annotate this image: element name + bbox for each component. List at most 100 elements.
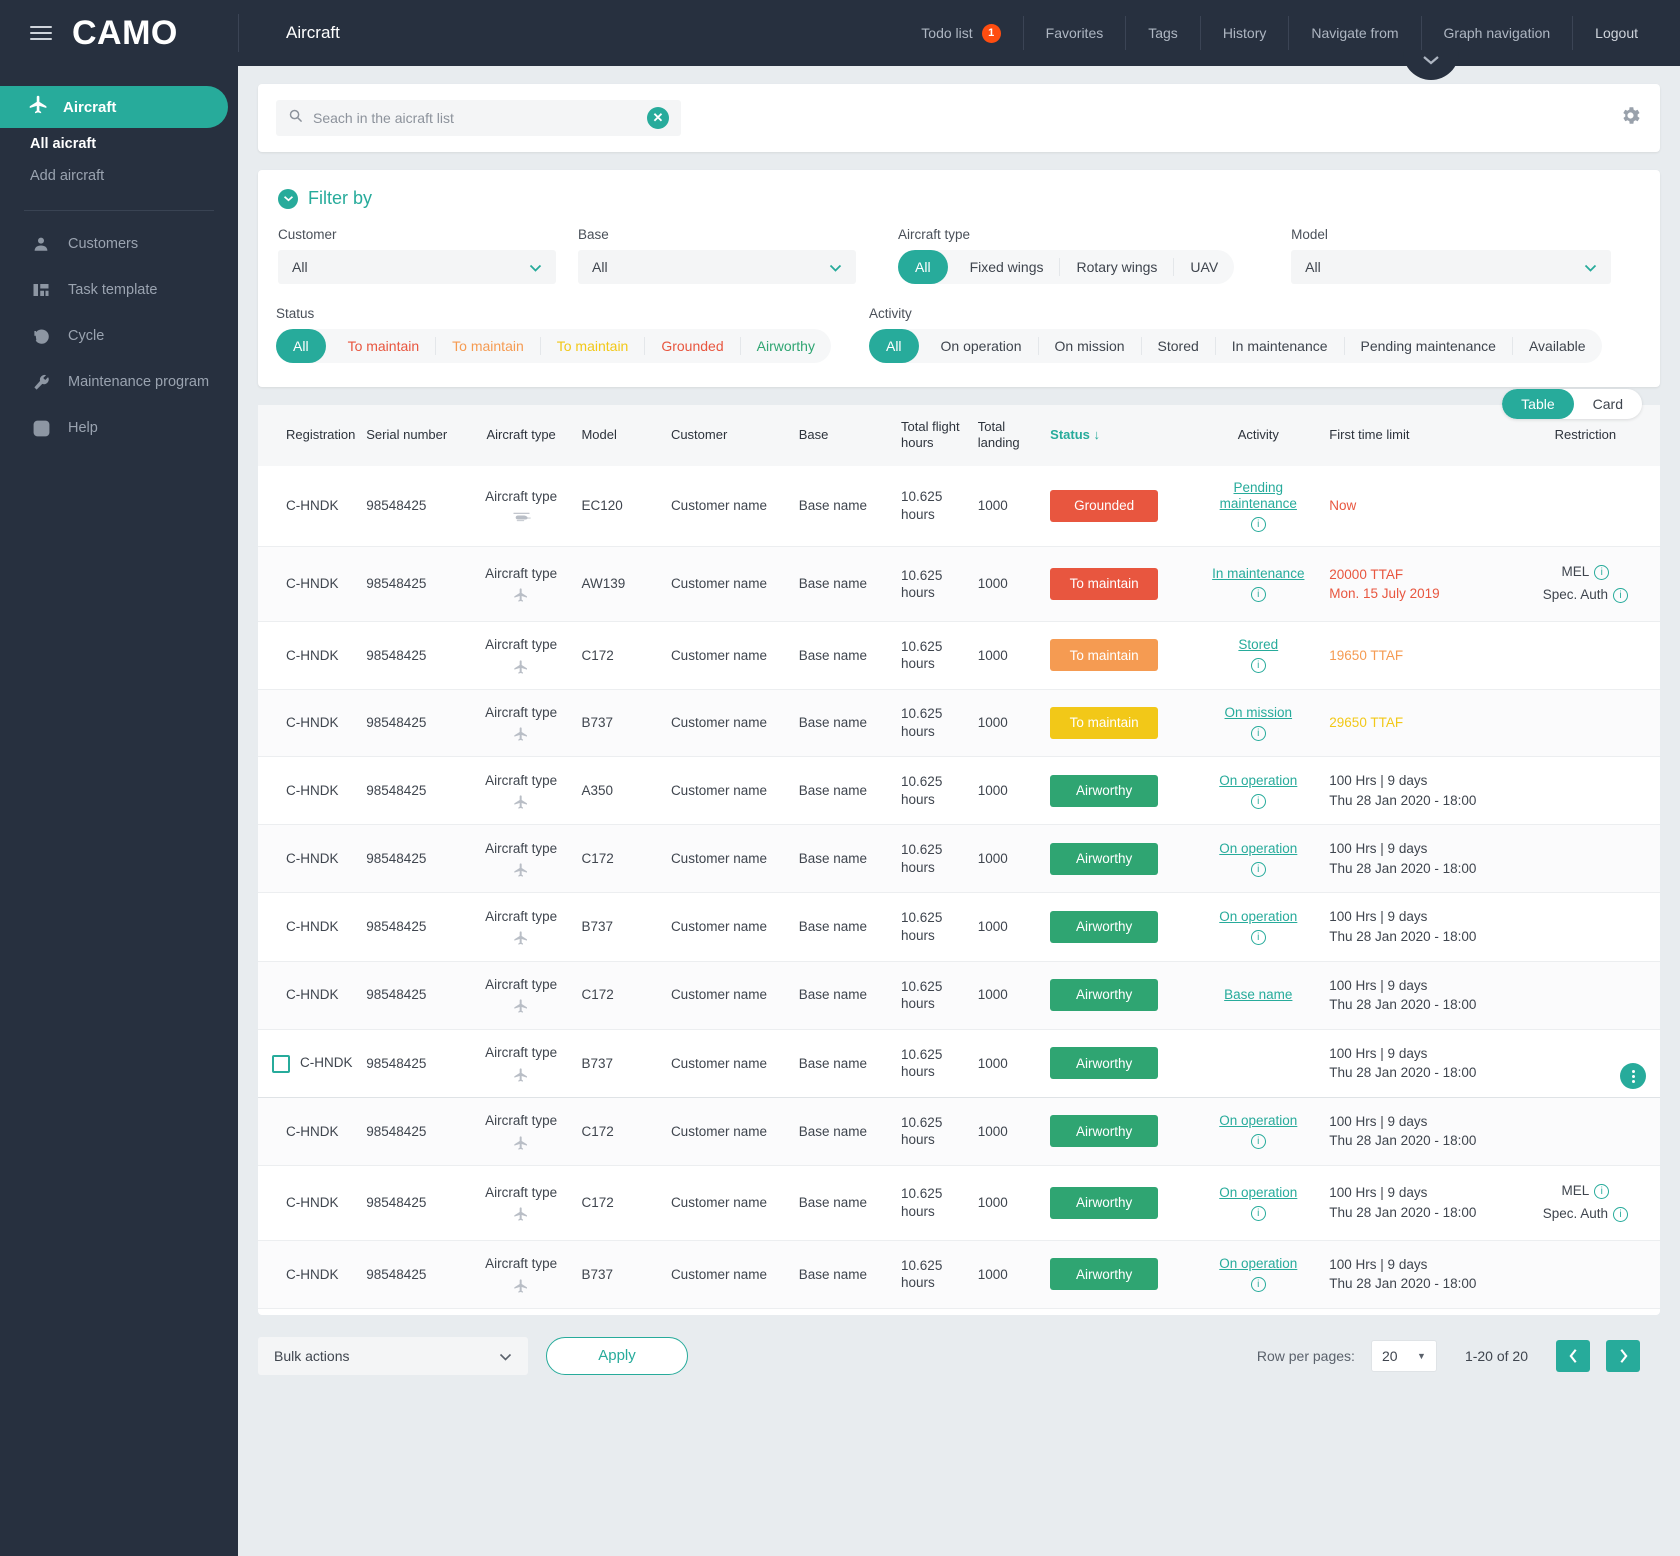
activity-link[interactable]: On operation [1199, 773, 1317, 790]
aircraft-type-uav[interactable]: UAV [1173, 258, 1234, 276]
row-actions-button[interactable] [1620, 1063, 1646, 1090]
activity-link[interactable]: On mission [1199, 705, 1317, 722]
activity-in-maintenance[interactable]: In maintenance [1214, 337, 1344, 355]
sidebar-item-help[interactable]: Help [0, 405, 238, 451]
row-checkbox[interactable] [272, 1054, 290, 1073]
sidebar-item-customers[interactable]: Customers [0, 221, 238, 267]
status-grounded[interactable]: Grounded [644, 337, 739, 355]
filter-by-toggle[interactable]: Filter by [278, 188, 1642, 209]
table-row[interactable]: C-HNDK 98548425 Aircraft type C172 Customer … [258, 961, 1660, 1030]
status-to-maintain-red[interactable]: To maintain [332, 337, 436, 355]
info-icon[interactable]: i [1250, 929, 1266, 945]
col-registration[interactable]: Registration [258, 405, 361, 466]
bulk-actions-select[interactable]: Bulk actions [258, 1336, 528, 1375]
gear-icon[interactable] [1619, 104, 1642, 132]
base-select[interactable]: All [578, 250, 856, 284]
activity-link[interactable]: On operation [1199, 1185, 1317, 1202]
status-to-maintain-orange[interactable]: To maintain [435, 337, 540, 355]
aircraft-type-all-button[interactable]: All [898, 250, 948, 284]
info-icon[interactable]: i [1594, 1183, 1610, 1199]
col-activity[interactable]: Activity [1193, 405, 1324, 466]
activity-link[interactable]: On operation [1199, 841, 1317, 858]
table-row[interactable]: C-HNDK 98548425 Aircraft type C172 Customer … [258, 1165, 1660, 1241]
activity-link[interactable]: On operation [1199, 1256, 1317, 1273]
col-model[interactable]: Model [575, 405, 665, 466]
col-first-time-limit[interactable]: First time limit [1323, 405, 1511, 466]
info-icon[interactable]: i [1250, 517, 1266, 533]
table-row[interactable]: C-HNDK 98548425 Aircraft type A350 Customer … [258, 756, 1660, 826]
sidebar-item-task-template[interactable]: Task template [0, 267, 238, 313]
nav-favorites[interactable]: Favorites [1024, 16, 1127, 50]
activity-stored[interactable]: Stored [1140, 337, 1215, 355]
info-icon[interactable]: i [1250, 1205, 1266, 1221]
activity-link[interactable]: In maintenance [1199, 566, 1317, 583]
search-box[interactable]: ✕ [276, 100, 681, 136]
info-icon[interactable]: i [1250, 725, 1266, 741]
col-status[interactable]: Status ↓ [1044, 405, 1194, 466]
info-icon[interactable]: i [1613, 1206, 1629, 1222]
aircraft-type-rotary-wings[interactable]: Rotary wings [1059, 258, 1173, 276]
col-total-flight-hours[interactable]: Total flight hours [895, 405, 972, 466]
info-icon[interactable]: i [1250, 861, 1266, 877]
view-toggle-table[interactable]: Table [1502, 389, 1574, 419]
col-serial-number[interactable]: Serial number [360, 405, 467, 466]
model-select[interactable]: All [1291, 250, 1612, 284]
table-row[interactable]: C-HNDK 98548425 Aircraft type B737 Customer … [258, 689, 1660, 758]
sidebar-item-add-aircraft[interactable]: Add aircraft [0, 160, 238, 192]
apply-button[interactable]: Apply [546, 1336, 688, 1375]
table-row[interactable]: C-HNDK 98548425 Aircraft type B737 Customer … [258, 892, 1660, 962]
info-icon[interactable]: i [1250, 658, 1266, 674]
table-row[interactable]: C-HNDK 98548425 Aircraft type B737 Customer … [258, 1240, 1660, 1309]
airplane-icon [473, 587, 570, 603]
activity-on-mission[interactable]: On mission [1037, 337, 1141, 355]
activity-available[interactable]: Available [1511, 337, 1602, 355]
activity-link[interactable]: Pending maintenance [1199, 480, 1317, 514]
next-page-button[interactable] [1606, 1339, 1640, 1372]
status-to-maintain-yellow[interactable]: To maintain [539, 337, 645, 355]
nav-history[interactable]: History [1201, 16, 1290, 50]
activity-pending-maintenance[interactable]: Pending maintenance [1343, 337, 1512, 355]
sidebar-item-all-aircraft[interactable]: All aicraft [0, 128, 238, 160]
info-icon[interactable]: i [1250, 1277, 1266, 1293]
info-icon[interactable]: i [1250, 587, 1266, 603]
sidebar-item-maintenance-program[interactable]: Maintenance program [0, 359, 238, 405]
activity-link[interactable]: On operation [1199, 1113, 1317, 1130]
col-base[interactable]: Base [792, 405, 896, 466]
cell-base: Base name [792, 546, 896, 623]
table-row[interactable]: C-HNDK 98548425 Aircraft type AW139 Customer… [258, 546, 1660, 623]
customer-select[interactable]: All [278, 250, 556, 284]
col-customer[interactable]: Customer [664, 405, 793, 466]
info-icon[interactable]: i [1613, 588, 1629, 604]
status-airworthy[interactable]: Airworthy [739, 337, 831, 355]
hamburger-icon[interactable] [30, 26, 52, 40]
search-input[interactable] [313, 110, 647, 126]
activity-link[interactable]: Stored [1199, 637, 1317, 654]
nav-graph-navigation[interactable]: Graph navigation [1422, 16, 1574, 50]
activity-link[interactable]: Base name [1199, 987, 1317, 1004]
prev-page-button[interactable] [1556, 1339, 1590, 1372]
rows-per-page-select[interactable]: 20 ▼ [1370, 1339, 1437, 1372]
table-row[interactable]: C-HNDK 98548425 Aircraft type EC120 Customer… [258, 465, 1660, 548]
info-icon[interactable]: i [1594, 565, 1610, 581]
table-row[interactable]: C-HNDK 98548425 Aircraft type C172 Customer … [258, 621, 1660, 690]
view-toggle-card[interactable]: Card [1574, 389, 1642, 419]
table-row[interactable]: C-HNDK 98548425 Aircraft type C172 Customer … [258, 824, 1660, 894]
table-row[interactable]: C-HNDK 98548425 Aircraft type B737 Customer … [258, 1028, 1660, 1098]
nav-tags[interactable]: Tags [1126, 16, 1201, 50]
aircraft-type-fixed-wings[interactable]: Fixed wings [954, 258, 1060, 276]
nav-logout[interactable]: Logout [1573, 16, 1680, 50]
info-icon[interactable]: i [1250, 793, 1266, 809]
status-all-button[interactable]: All [276, 329, 326, 363]
sidebar-item-cycle[interactable]: Cycle [0, 313, 238, 359]
col-total-landing[interactable]: Total landing [971, 405, 1045, 466]
table-row[interactable]: C-HNDK 98548425 Aircraft type C172 Customer … [258, 1097, 1660, 1166]
sidebar-item-aircraft[interactable]: Aircraft [0, 86, 228, 128]
nav-todo-list[interactable]: Todo list 1 [899, 16, 1024, 50]
nav-navigate-from[interactable]: Navigate from [1289, 16, 1422, 50]
col-aircraft-type[interactable]: Aircraft type [466, 405, 576, 466]
clear-icon[interactable]: ✕ [647, 107, 669, 129]
info-icon[interactable]: i [1250, 1134, 1266, 1150]
activity-link[interactable]: On operation [1199, 909, 1317, 926]
activity-all-button[interactable]: All [868, 329, 919, 363]
activity-on-operation[interactable]: On operation [925, 337, 1038, 355]
